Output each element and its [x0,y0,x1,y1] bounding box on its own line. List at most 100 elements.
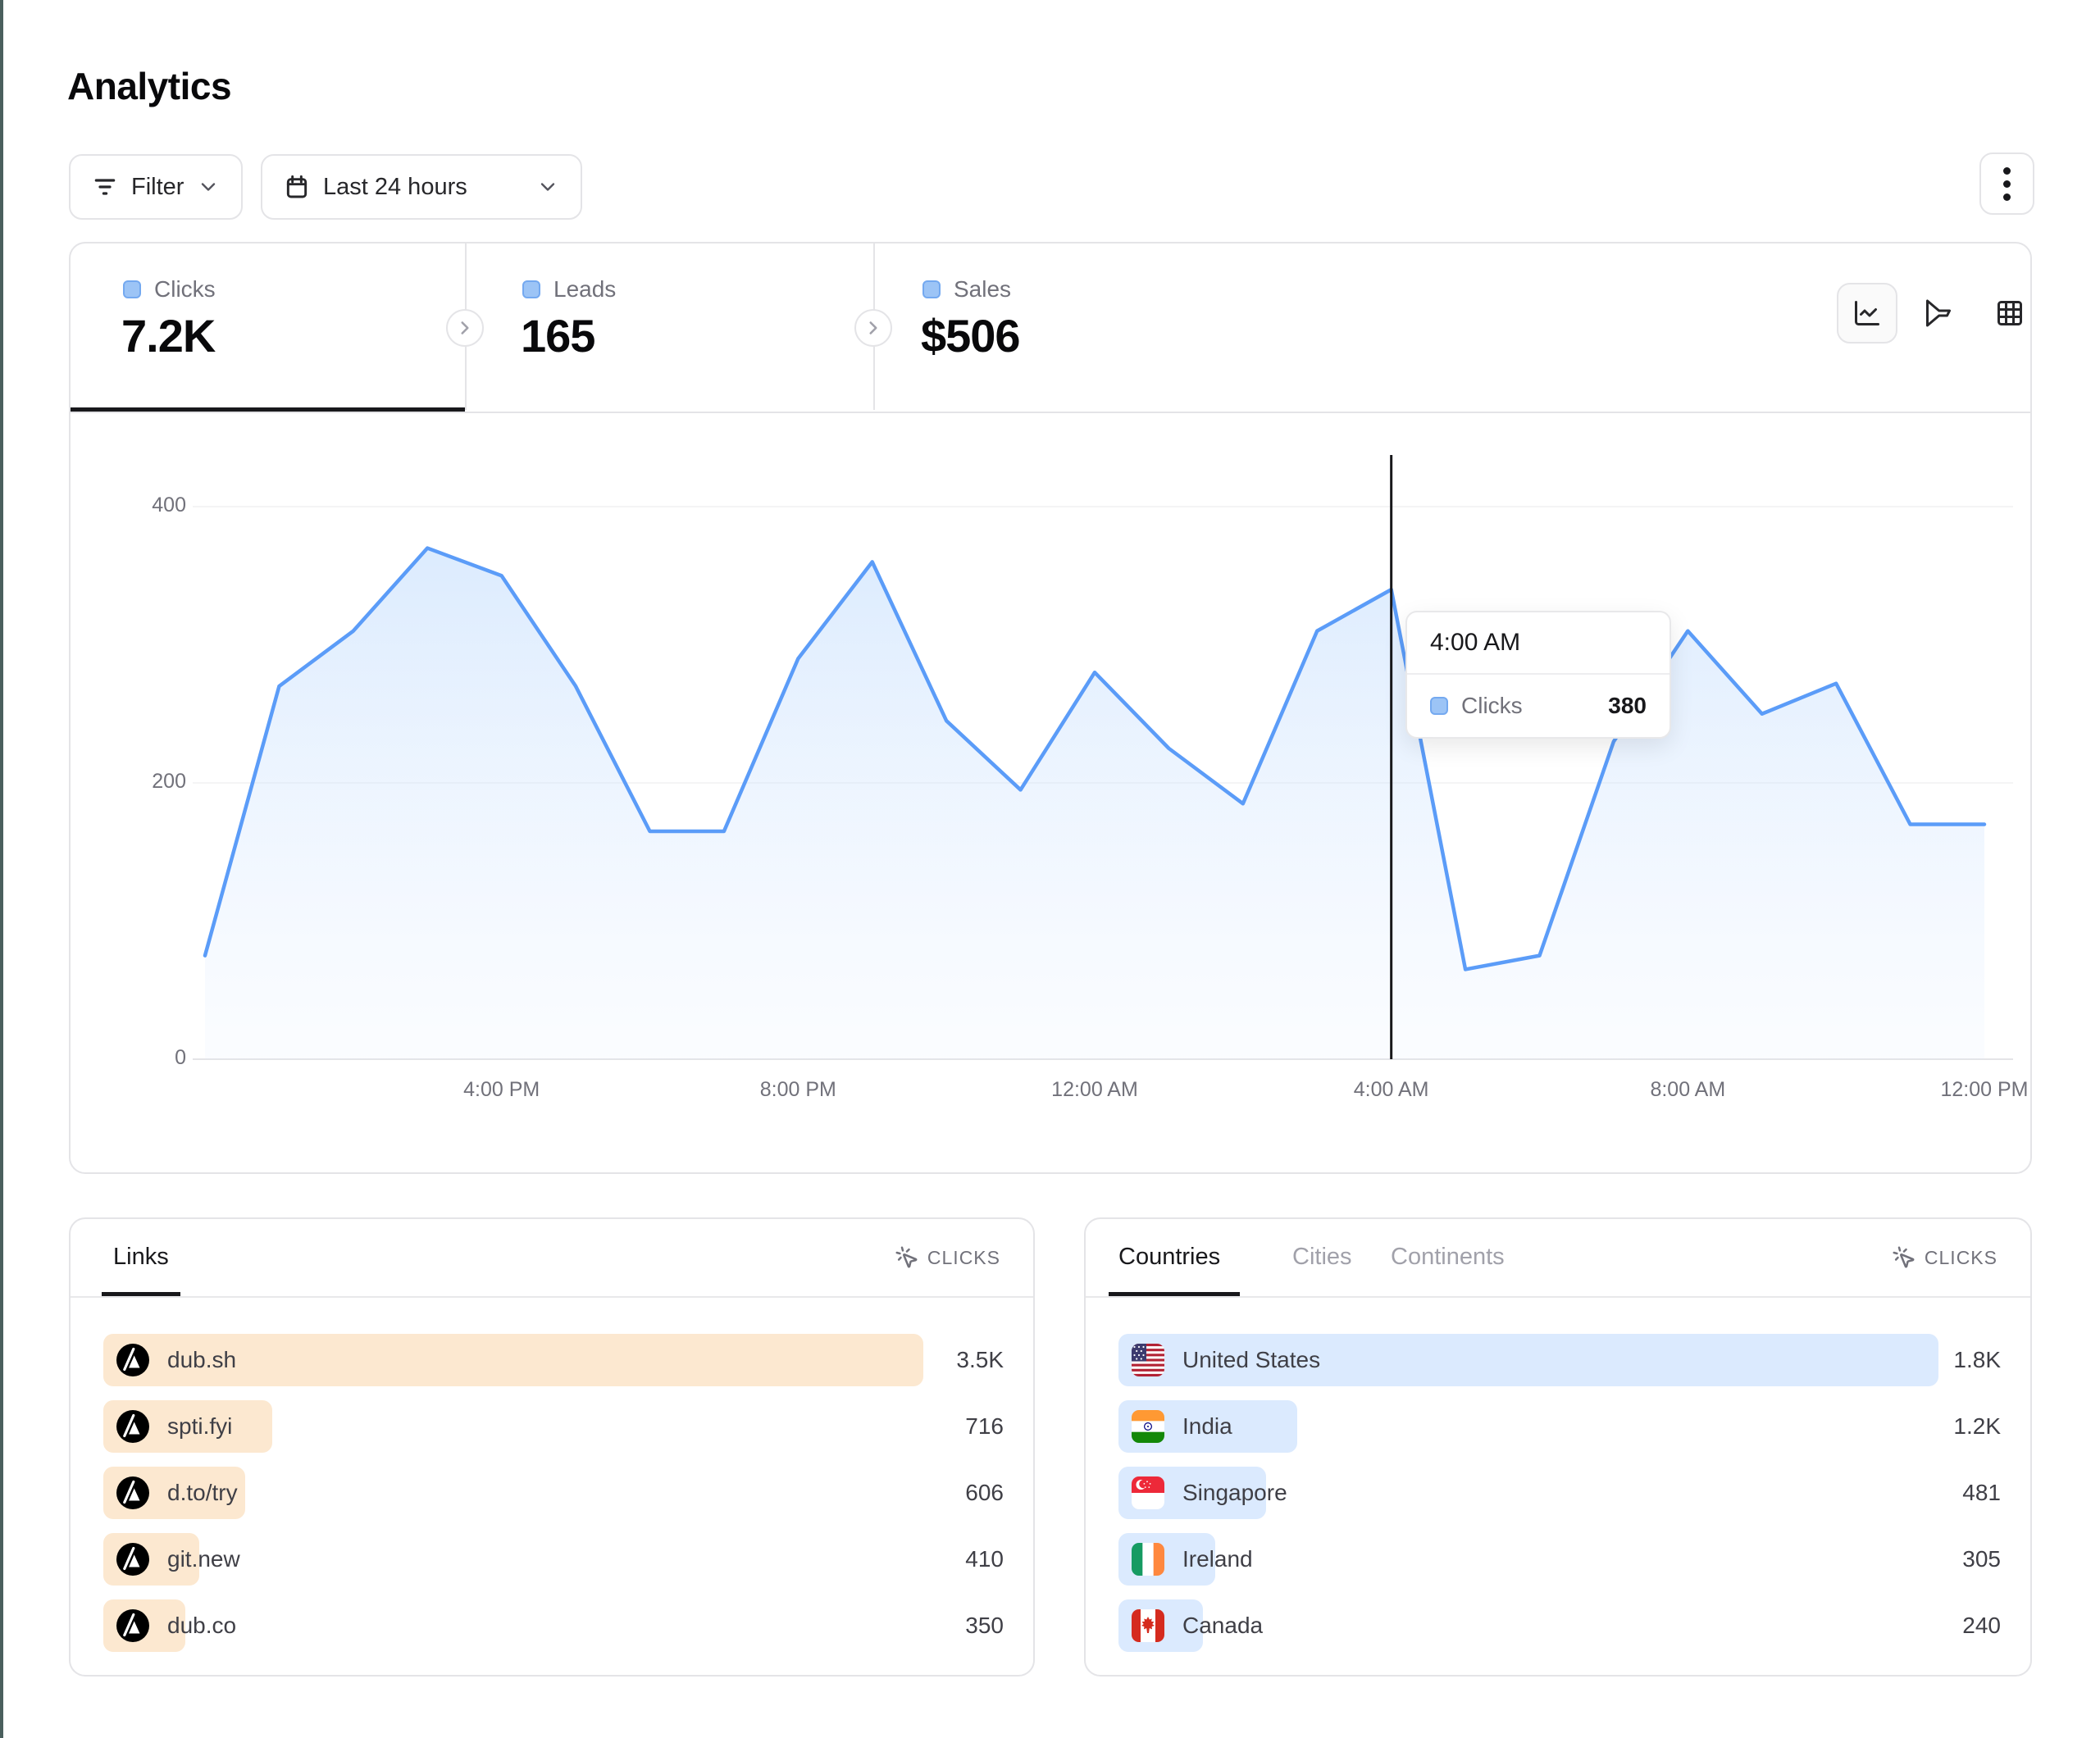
date-range-label: Last 24 hours [323,174,467,201]
chevron-right-icon [454,317,476,339]
x-axis-tick: 12:00 PM [1911,1078,2058,1102]
link-clicks-value: 3.5K [956,1334,1004,1386]
kebab-menu-icon [2003,167,2011,201]
clicks-chart[interactable] [193,455,2013,1062]
country-label: Ireland [1182,1546,1253,1572]
flag-canada-icon [1132,1609,1164,1642]
filter-button-label: Filter [131,174,184,201]
tab-countries[interactable]: Countries [1118,1244,1220,1271]
country-label: United States [1182,1347,1320,1373]
countries-metric-selector[interactable]: CLICKS [1892,1245,1998,1270]
links-panel: Links CLICKS dub.sh 3.5K spti.fyi [69,1217,1035,1677]
link-label: dub.co [167,1613,236,1639]
country-label: India [1182,1413,1232,1440]
cursor-click-icon [1892,1245,1916,1270]
line-chart-icon [1852,298,1882,328]
tab-links[interactable]: Links [113,1244,169,1271]
link-row[interactable]: d.to/try 606 [103,1467,1004,1519]
sales-legend-swatch [922,280,941,298]
tab-clicks[interactable]: Clicks 7.2K [71,243,465,412]
chart-view-table-button[interactable] [1979,283,2040,344]
country-row[interactable]: United States 1.8K [1118,1334,2001,1386]
link-clicks-value: 606 [965,1467,1004,1519]
y-axis-tick: 200 [100,770,186,794]
next-stat-button[interactable] [854,309,892,347]
link-clicks-value: 350 [965,1599,1004,1652]
flag-ireland-icon [1132,1543,1164,1576]
country-clicks-value: 240 [1962,1599,2001,1652]
more-menu-button[interactable] [1979,152,2034,215]
country-row[interactable]: Singapore 481 [1118,1467,2001,1519]
stat-label: Clicks [154,276,216,303]
dub-logo-icon [116,1543,149,1576]
x-axis-tick: 8:00 PM [724,1078,872,1102]
chart-tooltip: 4:00 AM Clicks 380 [1405,611,1671,739]
link-label: git.new [167,1546,240,1572]
country-label: Singapore [1182,1480,1287,1506]
stats-row: Clicks 7.2K Leads 165 Sales $506 [71,243,2030,413]
link-label: spti.fyi [167,1413,232,1440]
analytics-page: Analytics Filter Last 24 hours [0,0,2100,1738]
window-edge [0,0,3,1738]
y-axis-tick: 400 [100,494,186,517]
cursor-click-icon [895,1245,919,1270]
countries-tab-underline [1109,1292,1240,1296]
dub-logo-icon [116,1609,149,1642]
filter-button[interactable]: Filter [69,154,243,220]
calendar-icon [284,174,310,200]
country-row[interactable]: India 1.2K [1118,1400,2001,1453]
page-title: Analytics [67,64,231,108]
tab-leads[interactable]: Leads 165 [467,243,873,412]
link-row[interactable]: dub.sh 3.5K [103,1334,1004,1386]
chart-view-line-button[interactable] [1837,283,1897,344]
x-axis-tick: 4:00 AM [1318,1078,1465,1102]
tab-sales[interactable]: Sales $506 [875,243,1777,412]
flag-india-icon [1132,1410,1164,1443]
dub-logo-icon [116,1344,149,1376]
filter-lines-icon [92,174,118,200]
dub-logo-icon [116,1476,149,1509]
country-row[interactable]: Ireland 305 [1118,1533,2001,1586]
links-metric-selector[interactable]: CLICKS [895,1245,1000,1270]
country-clicks-value: 481 [1962,1467,2001,1519]
tab-cities[interactable]: Cities [1292,1244,1352,1271]
stat-label: Sales [954,276,1011,303]
x-axis-tick: 4:00 PM [428,1078,576,1102]
countries-metric-label: CLICKS [1925,1247,1998,1269]
funnel-icon [1924,298,1953,328]
clicks-legend-swatch [123,280,141,298]
stat-value: $506 [921,309,1020,362]
dub-logo-icon [116,1410,149,1443]
flag-singapore-icon [1132,1476,1164,1509]
link-row[interactable]: dub.co 350 [103,1599,1004,1652]
country-label: Canada [1182,1613,1263,1639]
tab-continents[interactable]: Continents [1391,1244,1505,1271]
leads-legend-swatch [522,280,540,298]
country-clicks-value: 305 [1962,1533,2001,1586]
tooltip-value: 380 [1608,693,1647,719]
links-metric-label: CLICKS [927,1247,1000,1269]
country-clicks-value: 1.2K [1953,1400,2001,1453]
tooltip-legend-swatch [1430,697,1448,715]
link-clicks-value: 716 [965,1400,1004,1453]
links-panel-header: Links CLICKS [71,1219,1033,1298]
chevron-down-icon [197,175,220,198]
country-row[interactable]: Canada 240 [1118,1599,2001,1652]
link-row[interactable]: git.new 410 [103,1533,1004,1586]
link-label: d.to/try [167,1480,238,1506]
grid-table-icon [1995,298,2025,328]
countries-panel: Countries Cities Continents CLICKS Unite… [1084,1217,2032,1677]
link-clicks-value: 410 [965,1533,1004,1586]
next-stat-button[interactable] [446,309,484,347]
y-axis-tick: 0 [100,1046,186,1070]
link-row[interactable]: spti.fyi 716 [103,1400,1004,1453]
stat-value: 165 [521,309,594,362]
links-tab-underline [102,1292,180,1296]
x-axis-tick: 8:00 AM [1614,1078,1761,1102]
country-clicks-value: 1.8K [1953,1334,2001,1386]
tooltip-time: 4:00 AM [1407,612,1670,675]
chart-view-funnel-button[interactable] [1908,283,1969,344]
stat-value: 7.2K [121,309,215,362]
date-range-button[interactable]: Last 24 hours [261,154,582,220]
link-label: dub.sh [167,1347,236,1373]
